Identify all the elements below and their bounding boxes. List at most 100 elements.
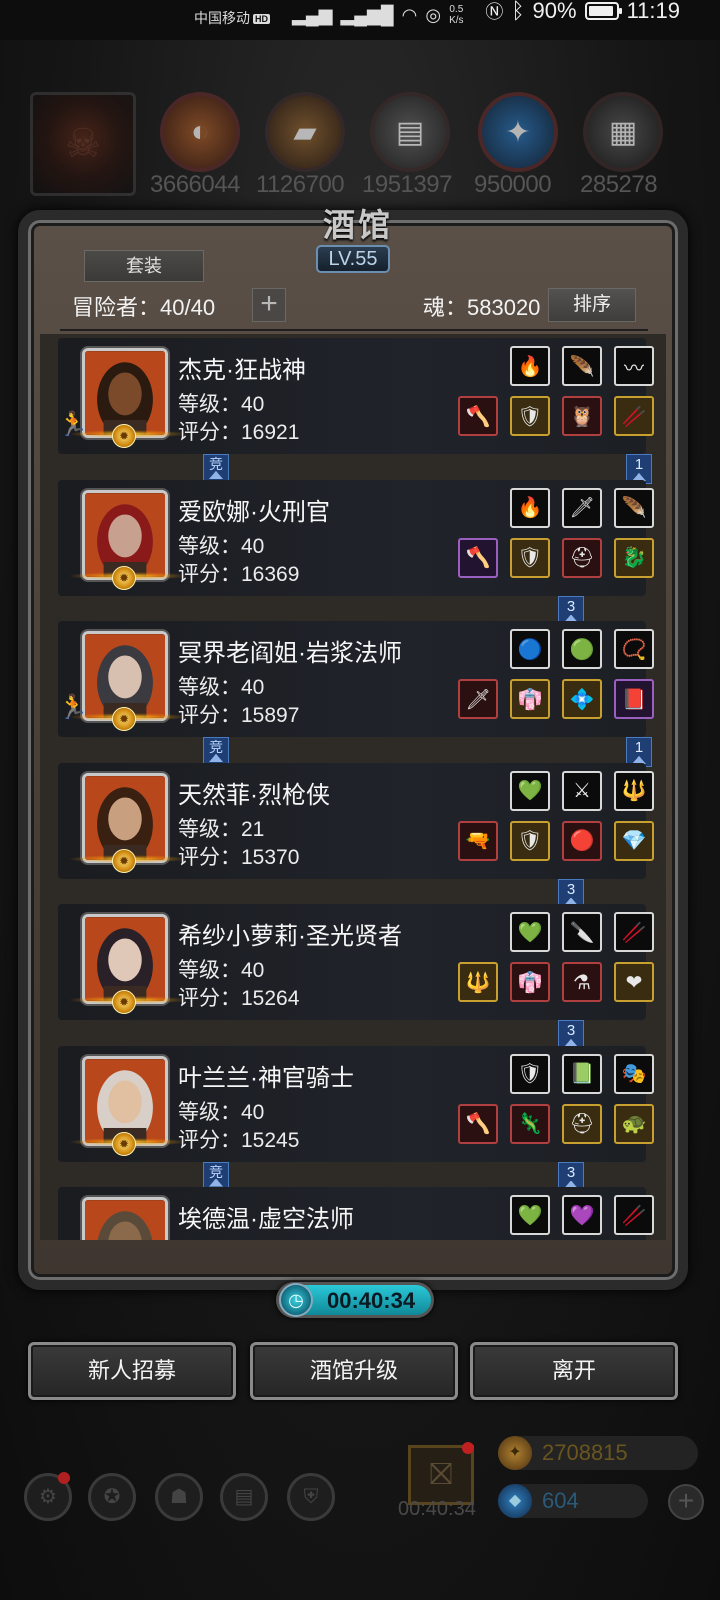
hero-name: 爱欧娜·火刑官 — [178, 498, 330, 526]
stone-icon[interactable]: ▤ — [370, 92, 450, 172]
equipment-slot[interactable]: 🟢 — [562, 629, 602, 669]
equipment-slot[interactable]: 🦎 — [510, 1103, 550, 1144]
signal-icons: ▂▄▆ ▂▄▆█ ◠ ◎ 0.5 K/s — [292, 0, 464, 30]
add-slot-button[interactable]: + — [252, 288, 286, 322]
equipment-slot[interactable]: 💠 — [562, 679, 602, 719]
hero-name: 叶兰兰·神官骑士 — [178, 1064, 354, 1092]
hero-avatar[interactable] — [82, 1197, 168, 1240]
wifi-icon: ◠ — [401, 4, 418, 25]
rank-medal-icon: ✹ — [112, 990, 136, 1014]
resource-value-5: 285278 — [580, 171, 658, 198]
hero-score: 评分：15897 — [178, 704, 300, 727]
monster-icon[interactable]: ☗ — [155, 1473, 203, 1521]
equipment-slot[interactable]: ⚗ — [562, 962, 602, 1002]
equipment-slot[interactable]: 🔫 — [458, 820, 498, 861]
signal-icon: ▂▄▆ — [292, 4, 333, 25]
sort-button[interactable]: 排序 — [548, 288, 636, 322]
hero-score: 评分：15370 — [178, 845, 300, 869]
equipment-slot[interactable]: 🔴 — [562, 820, 602, 861]
suit-button[interactable]: 套装 — [84, 250, 204, 282]
hero-name: 冥界老阎姐·岩浆法师 — [178, 640, 402, 667]
carrier-label: 中国移动 HD — [194, 10, 270, 26]
hero-card[interactable]: ✹ 天然菲·烈枪侠 等级：21 评分：15370 💚 ⚔ 🔱 🔫 🛡 🔴 💎 3 — [58, 762, 654, 909]
equipment-slot[interactable]: 🥢 — [614, 396, 654, 436]
running-figure-icon: 🏃 — [58, 694, 88, 721]
equipment-slot[interactable]: 🛡 — [510, 537, 550, 578]
equipment-slot[interactable]: 🥢 — [614, 1195, 654, 1235]
countdown-timer: ◷ 00:40:34 — [276, 1282, 434, 1318]
hero-portrait — [85, 351, 165, 435]
hero-name: 杰克·狂战神 — [178, 357, 306, 384]
equipment-slot[interactable]: 🪓 — [458, 1103, 498, 1144]
equipment-slot[interactable]: 👘 — [510, 962, 550, 1002]
equipment-slot[interactable]: 💚 — [510, 912, 550, 952]
hero-portrait — [85, 634, 165, 718]
equipment-slot[interactable]: 💚 — [510, 1195, 550, 1235]
resource-value-3: 1951397 — [362, 171, 452, 198]
equipment-slot[interactable]: 💎 — [614, 820, 654, 861]
iron-icon[interactable]: ▦ — [583, 92, 663, 172]
equipment-slot[interactable]: 🛡 — [510, 396, 550, 436]
resource-bar: ☠ ◐ ▰ ▤ ✦ ▦ 3666044 1126700 1951397 9500… — [0, 88, 720, 203]
equipment-slot[interactable]: 🎭 — [614, 1053, 654, 1094]
equipment-slot[interactable]: 🗡 — [562, 487, 602, 528]
notification-dot — [58, 1472, 70, 1484]
equipment-slot[interactable]: 🔥 — [510, 346, 550, 386]
equipment-slot[interactable]: ⚔ — [562, 770, 602, 811]
equipment-slot[interactable]: 📗 — [562, 1053, 602, 1094]
equipment-slot[interactable]: 🪓 — [458, 396, 498, 436]
add-currency-button[interactable]: + — [668, 1484, 704, 1520]
equipment-slot[interactable]: ❤ — [614, 962, 654, 1002]
hero-card[interactable]: ✹ 希纱小萝莉·圣光贤者 等级：40 评分：15264 💚 🔪 🥢 🔱 👘 ⚗ ❤ 3 — [58, 904, 654, 1050]
equipment-slot[interactable]: 🛡 — [510, 820, 550, 861]
hero-card[interactable]: ✹ 🏃 杰克·狂战神 等级：40 评分：16921 🔥 🪶 〰 🪓 🛡 🦉 🥢 竞 1 — [58, 338, 654, 484]
equipment-slot[interactable]: 🔱 — [458, 962, 498, 1002]
equipment-slot[interactable]: 🪶 — [562, 346, 602, 386]
equipment-slot[interactable]: 📿 — [614, 629, 654, 669]
plank-icon[interactable]: ▰ — [265, 92, 345, 172]
equipment-slot[interactable]: 🥢 — [614, 912, 654, 952]
recruit-button[interactable]: 新人招募 — [28, 1342, 236, 1400]
hero-card[interactable]: ✹ 叶兰兰·神官骑士 等级：40 评分：15245 🛡 📗 🎭 🪓 🦎 ⛑ 🐢 竞 3 — [58, 1045, 654, 1192]
gift-notification-dot — [462, 1442, 474, 1454]
bluetooth-icon: ᛒ — [511, 0, 525, 23]
equipment-slot[interactable]: 🔱 — [614, 770, 654, 811]
equipment-slot[interactable]: 📕 — [614, 679, 654, 719]
hero-card[interactable]: ✹埃德温·虚空法师等级💚💜🥢 — [58, 1187, 654, 1240]
rank-medal-icon: ✹ — [112, 1131, 136, 1156]
equipment-slot[interactable]: 🐉 — [614, 537, 654, 578]
equipment-slot[interactable]: 🐢 — [614, 1103, 654, 1144]
leave-button[interactable]: 离开 — [470, 1342, 678, 1400]
gift-icon[interactable]: ⛝ — [408, 1445, 474, 1505]
upgrade-tavern-button[interactable]: 酒馆升级 — [250, 1342, 458, 1400]
emblem-icon[interactable]: ✪ — [88, 1473, 136, 1521]
equipment-slot[interactable]: ⛑ — [562, 1103, 602, 1144]
gold-coin-icon: ✦ — [498, 1436, 532, 1470]
hero-score: 评分：15245 — [178, 1128, 300, 1152]
nfc-icon: Ⓝ — [485, 2, 504, 22]
equipment-slot[interactable]: 🔵 — [510, 629, 550, 669]
crystal-icon[interactable]: ✦ — [478, 92, 558, 172]
equipment-slot[interactable]: 🪓 — [458, 537, 498, 578]
equipment-slot[interactable]: 〰 — [614, 346, 654, 386]
hero-name: 埃德温·虚空法师 — [178, 1206, 354, 1233]
hero-list[interactable]: ✹ 🏃 杰克·狂战神 等级：40 评分：16921 🔥 🪶 〰 🪓 🛡 🦉 🥢 竞 1 ✹ 爱欧娜·火刑官 等级… — [40, 334, 666, 1240]
equipment-slot[interactable]: 🪶 — [614, 487, 654, 528]
hero-card[interactable]: ✹ 🏃 冥界老阎姐·岩浆法师 等级：40 评分：15897 🔵 🟢 📿 🗡 👘 💠 📕 竞 1 — [58, 621, 654, 767]
equipment-slot[interactable]: 🔪 — [562, 912, 602, 952]
basketball-icon[interactable]: ◐ — [160, 92, 240, 172]
equipment-slot[interactable]: ⛑ — [562, 537, 602, 578]
hero-name: 希纱小萝莉·圣光贤者 — [178, 923, 402, 950]
shield-icon[interactable]: ⛨ — [287, 1473, 335, 1521]
equipment-slot[interactable]: 💜 — [562, 1195, 602, 1235]
equipment-slot[interactable]: 🗡 — [458, 679, 498, 719]
equipment-slot[interactable]: 👘 — [510, 679, 550, 719]
scroll-icon[interactable]: ▤ — [220, 1473, 268, 1521]
equipment-slot[interactable]: 🦉 — [562, 396, 602, 436]
gem-display: ◆ 604 — [498, 1484, 648, 1518]
equipment-slot[interactable]: 🛡 — [510, 1053, 550, 1094]
player-portrait[interactable]: ☠ — [30, 92, 136, 196]
hero-card[interactable]: ✹ 爱欧娜·火刑官 等级：40 评分：16369 🔥 🗡 🪶 🪓 🛡 ⛑ 🐉 3 — [58, 479, 654, 626]
equipment-slot[interactable]: 🔥 — [510, 487, 550, 528]
equipment-slot[interactable]: 💚 — [510, 770, 550, 811]
